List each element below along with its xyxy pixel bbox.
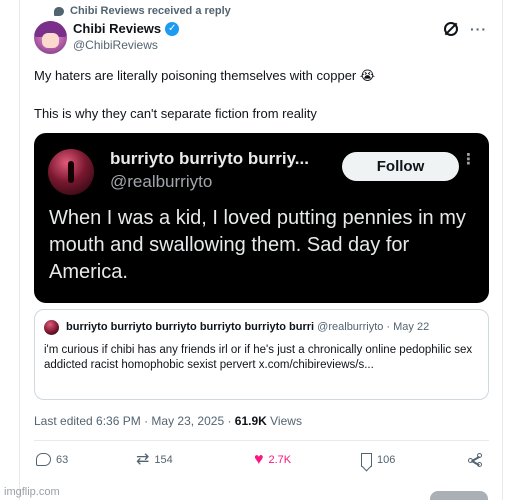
bookmark-icon — [361, 453, 372, 467]
author-name-row: Chibi Reviews ✓ — [73, 21, 180, 36]
views-count: 61.9K — [234, 414, 267, 428]
tweet-meta: Last edited 6:36 PM · May 23, 2025 · 61.… — [34, 414, 302, 428]
more-icon[interactable]: ··· — [470, 21, 487, 37]
media-avatar — [48, 149, 94, 195]
watermark: imgflip.com — [4, 486, 60, 498]
tweet-line-2: This is why they can't separate fiction … — [34, 106, 317, 121]
reply-count: 63 — [56, 453, 69, 466]
like-button[interactable]: ♥ 2.7K — [254, 451, 292, 468]
avatar[interactable] — [34, 21, 67, 54]
bookmark-count: 106 — [377, 454, 396, 466]
quote-header: burriyto burriyto burriyto burriyto burr… — [66, 321, 429, 333]
author-display-name[interactable]: Chibi Reviews — [73, 21, 161, 36]
author-handle[interactable]: @ChibiReviews — [73, 38, 158, 52]
verified-badge-icon: ✓ — [165, 21, 180, 36]
quote-handle-date: @realburriyto · May 22 — [314, 321, 430, 333]
edited-timestamp[interactable]: Last edited 6:36 PM · May 23, 2025 · — [34, 414, 235, 428]
share-icon — [468, 453, 482, 467]
retweet-count: 154 — [154, 454, 173, 466]
reply-notice[interactable]: Chibi Reviews received a reply — [54, 5, 231, 17]
media-more-icon: ⋮ — [461, 151, 476, 168]
tweet-line-1: My haters are literally poisoning themse… — [34, 68, 376, 83]
quote-body: i'm curious if chibi has any friends irl… — [44, 344, 473, 371]
bookmark-button[interactable]: 106 — [361, 453, 395, 467]
share-button[interactable] — [468, 453, 482, 467]
like-count: 2.7K — [268, 454, 292, 466]
retweet-icon: ⇄ — [136, 451, 150, 468]
grok-icon[interactable] — [444, 22, 458, 36]
avatar-face — [42, 33, 59, 48]
reply-button[interactable]: 63 — [36, 453, 68, 466]
tweet-top-actions: ··· — [444, 21, 487, 37]
media-display-name: burriyto burriyto burriy... — [110, 149, 309, 168]
quoted-tweet[interactable]: burriyto burriyto burriyto burriyto burr… — [34, 309, 489, 400]
partial-bottom-button[interactable] — [430, 491, 488, 500]
divider — [34, 440, 489, 441]
tweet-media-image[interactable]: burriyto burriyto burriy... @realburriyt… — [34, 133, 489, 303]
retweet-button[interactable]: ⇄ 154 — [136, 451, 173, 468]
quote-avatar — [44, 320, 59, 335]
media-handle: @realburriyto — [110, 172, 213, 191]
reply-icon — [36, 453, 51, 466]
speech-bubble-icon — [54, 6, 64, 16]
heart-icon: ♥ — [254, 451, 264, 468]
media-avatar-figure — [68, 161, 74, 183]
views-label: Views — [266, 414, 302, 428]
reply-notice-text: Chibi Reviews received a reply — [70, 5, 231, 17]
quote-display-name: burriyto burriyto burriyto burriyto burr… — [66, 321, 315, 333]
tweet-action-bar: 63 ⇄ 154 ♥ 2.7K 106 — [36, 451, 488, 473]
media-follow-button: Follow — [342, 152, 459, 181]
tweet-body: My haters are literally poisoning themse… — [34, 66, 484, 142]
media-tweet-text: When I was a kid, I loved putting pennie… — [49, 207, 466, 283]
